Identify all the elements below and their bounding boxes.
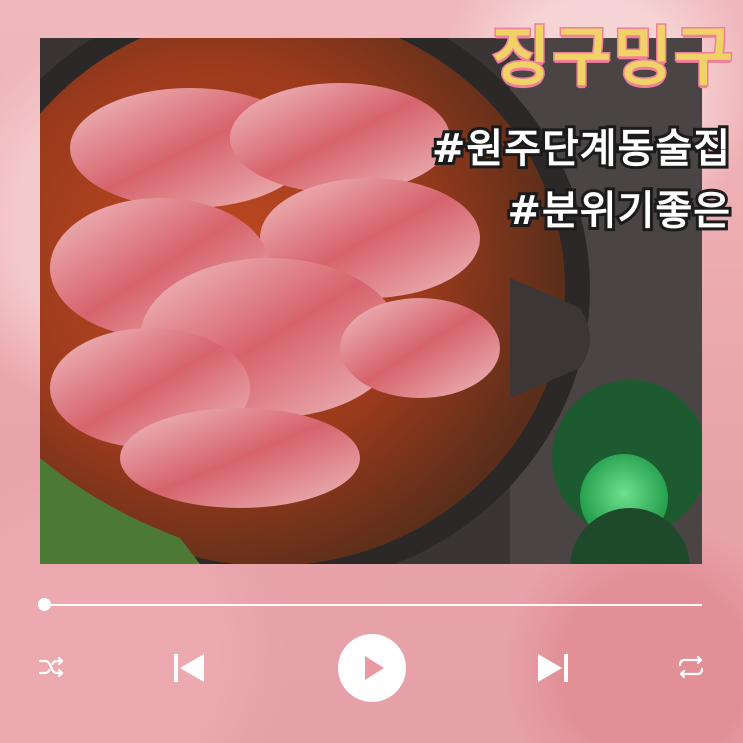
progress-knob[interactable] [37,598,51,611]
hashtag-location: #원주단계동술집 [429,123,733,175]
repeat-icon[interactable] [676,654,706,680]
shuffle-icon[interactable] [38,654,64,680]
page-title: 징구밍구 [490,20,735,97]
next-icon[interactable] [536,652,570,684]
progress-bar[interactable] [44,604,702,606]
play-button[interactable] [338,634,406,702]
hashtag-mood: #분위기좋은 [504,185,733,237]
play-icon [365,656,384,680]
previous-icon[interactable] [172,652,206,684]
